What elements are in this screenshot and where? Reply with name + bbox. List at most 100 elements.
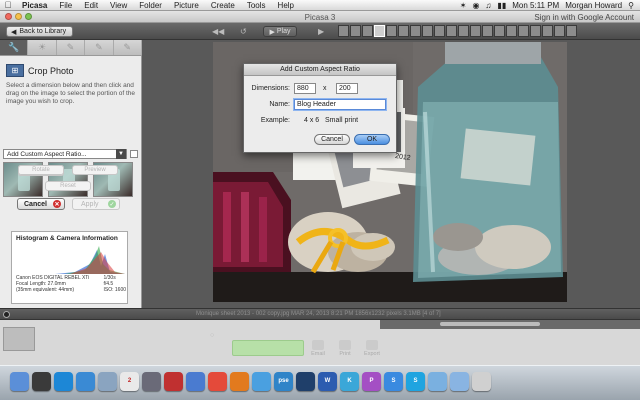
aspect-ratio-select[interactable]: Add Custom Aspect Ratio... ▼: [3, 149, 127, 159]
print-label: Print: [339, 351, 351, 357]
menu-file[interactable]: File: [53, 1, 78, 10]
filmstrip-thumb[interactable]: [350, 25, 361, 37]
ratio-checkbox[interactable]: [130, 150, 138, 158]
chrome-icon[interactable]: [208, 372, 227, 391]
filmstrip-thumb[interactable]: [518, 25, 529, 37]
calendar-icon[interactable]: 2: [120, 372, 139, 391]
volume-icon[interactable]: ♫: [485, 1, 491, 10]
filmstrip-thumb-selected[interactable]: [374, 25, 385, 37]
width-field[interactable]: 880: [294, 83, 316, 94]
menu-help[interactable]: Help: [272, 1, 300, 10]
filmstrip-thumb[interactable]: [470, 25, 481, 37]
picasa-icon[interactable]: [186, 372, 205, 391]
dialog-cancel-button[interactable]: Cancel: [314, 134, 350, 145]
word-icon[interactable]: W: [318, 372, 337, 391]
filmstrip-thumb[interactable]: [554, 25, 565, 37]
filmstrip-thumb[interactable]: [434, 25, 445, 37]
apple-icon[interactable]: : [0, 0, 16, 10]
tab-tuning[interactable]: ☀: [28, 40, 57, 55]
dashboard-icon[interactable]: [32, 372, 51, 391]
filmstrip-thumb[interactable]: [422, 25, 433, 37]
tab-even-more[interactable]: ✎: [114, 40, 143, 55]
export-action[interactable]: Export: [361, 340, 383, 357]
filmstrip-thumb[interactable]: [530, 25, 541, 37]
menu-tools[interactable]: Tools: [241, 1, 272, 10]
trash-icon[interactable]: [472, 372, 491, 391]
signin-link[interactable]: Sign in with Google Account: [534, 13, 634, 22]
menubar-status-area: ✶ ◉ ♫ ▮▮ Mon 5:11 PM Morgan Howard ⚲: [460, 1, 640, 10]
filmstrip-thumb[interactable]: [482, 25, 493, 37]
wifi-icon[interactable]: ◉: [472, 1, 479, 10]
preview-button[interactable]: Preview: [72, 165, 118, 175]
dock-icons: 2 psе W K P S S: [10, 372, 491, 391]
tab-effects[interactable]: ✎: [57, 40, 86, 55]
battery-icon[interactable]: ▮▮: [497, 1, 506, 10]
mail-icon[interactable]: [98, 372, 117, 391]
k-icon[interactable]: K: [340, 372, 359, 391]
next-arrow-icon[interactable]: ▶: [318, 27, 324, 36]
name-label: Name:: [269, 101, 290, 108]
tab-basic-fixes[interactable]: 🔧: [0, 40, 29, 55]
rotate-button[interactable]: Rotate: [18, 165, 64, 175]
hold-icon[interactable]: ○: [210, 332, 214, 339]
filmstrip-thumb[interactable]: [410, 25, 421, 37]
dialog-cancel-label: Cancel: [321, 136, 343, 143]
bluetooth-icon[interactable]: ✶: [460, 1, 467, 10]
menu-folder[interactable]: Folder: [133, 1, 168, 10]
safari-icon[interactable]: [76, 372, 95, 391]
itunes-icon[interactable]: [252, 372, 271, 391]
clock[interactable]: Mon 5:11 PM: [512, 1, 559, 10]
apply-crop-button[interactable]: Apply ✓: [72, 198, 120, 210]
filmstrip-thumb[interactable]: [566, 25, 577, 37]
filmstrip-thumb[interactable]: [458, 25, 469, 37]
height-field[interactable]: 200: [336, 83, 358, 94]
prev-arrow-icon[interactable]: ◀◀: [212, 27, 224, 36]
tab-more-effects[interactable]: ✎: [85, 40, 114, 55]
filmstrip: [338, 25, 577, 37]
skype-icon[interactable]: S: [406, 372, 425, 391]
print-action[interactable]: Print: [334, 340, 356, 357]
filmstrip-thumb[interactable]: [338, 25, 349, 37]
share-button[interactable]: [232, 340, 304, 356]
cancel-crop-button[interactable]: Cancel ✕: [17, 198, 65, 210]
tray-thumbnail[interactable]: [3, 327, 35, 351]
name-field[interactable]: Blog Header: [294, 99, 386, 110]
ps-icon[interactable]: [296, 372, 315, 391]
print-icon: [339, 340, 351, 350]
photobooth-icon[interactable]: [164, 372, 183, 391]
back-to-library-button[interactable]: ◀ Back to Library: [6, 26, 74, 37]
menu-create[interactable]: Create: [205, 1, 241, 10]
spotlight-icon[interactable]: ⚲: [628, 1, 634, 10]
s-icon[interactable]: S: [384, 372, 403, 391]
user-name[interactable]: Morgan Howard: [565, 1, 622, 10]
menu-view[interactable]: View: [104, 1, 133, 10]
finder-icon[interactable]: [10, 372, 29, 391]
dialog-ok-button[interactable]: OK: [354, 134, 390, 145]
pse-icon[interactable]: psе: [274, 372, 293, 391]
play-button[interactable]: ▶ Play: [263, 26, 297, 37]
chevron-down-icon[interactable]: ▼: [116, 149, 126, 159]
filmstrip-thumb[interactable]: [506, 25, 517, 37]
menu-app-name[interactable]: Picasa: [16, 1, 53, 10]
zoom-slider[interactable]: [440, 322, 540, 326]
email-action[interactable]: Email: [307, 340, 329, 357]
folder2-icon[interactable]: [450, 372, 469, 391]
filmstrip-thumb[interactable]: [398, 25, 409, 37]
launchpad-icon[interactable]: [142, 372, 161, 391]
p-icon[interactable]: P: [362, 372, 381, 391]
filmstrip-thumb[interactable]: [386, 25, 397, 37]
filmstrip-thumb[interactable]: [542, 25, 553, 37]
menu-edit[interactable]: Edit: [78, 1, 104, 10]
reset-button[interactable]: Reset: [45, 181, 91, 191]
menu-picture[interactable]: Picture: [168, 1, 205, 10]
firefox-icon[interactable]: [230, 372, 249, 391]
filmstrip-thumb[interactable]: [494, 25, 505, 37]
close-icon: ✕: [53, 200, 61, 208]
dialog-ok-label: OK: [366, 136, 378, 143]
folder-icon[interactable]: [428, 372, 447, 391]
stop-icon[interactable]: [3, 311, 10, 318]
appstore-icon[interactable]: [54, 372, 73, 391]
filmstrip-thumb[interactable]: [362, 25, 373, 37]
rotate-left-icon[interactable]: ↺: [240, 27, 247, 36]
filmstrip-thumb[interactable]: [446, 25, 457, 37]
